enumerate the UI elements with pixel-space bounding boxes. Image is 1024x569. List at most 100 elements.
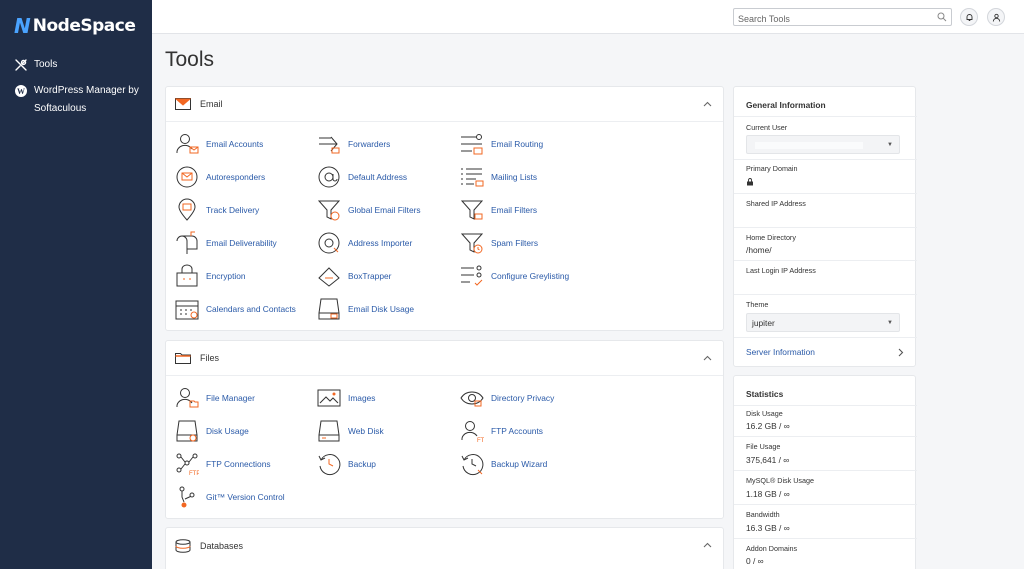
chevron-down-icon: ▼ bbox=[887, 142, 893, 148]
brand-mark: N bbox=[14, 14, 31, 38]
general-info-title: General Information bbox=[746, 100, 826, 110]
wordpress-icon: W bbox=[15, 85, 27, 97]
theme-label: Theme bbox=[746, 300, 769, 309]
tool-configure-greylisting[interactable]: Configure Greylisting bbox=[460, 264, 569, 288]
tool-web-disk[interactable]: Web Disk bbox=[317, 419, 384, 443]
tool-ftp-connections[interactable]: FTP FTP Connections bbox=[175, 452, 271, 476]
server-information-link[interactable]: Server Information bbox=[746, 347, 906, 357]
tool-disk-usage[interactable]: Disk Usage bbox=[175, 419, 249, 443]
tool-default-address[interactable]: Default Address bbox=[317, 165, 407, 189]
sidebar-item-wordpress[interactable]: W WordPress Manager by Softaculous bbox=[14, 82, 154, 118]
bell-icon bbox=[966, 13, 972, 21]
stat-value: 1.18 GB / ∞ bbox=[746, 489, 790, 499]
tool-spam-filters[interactable]: Spam Filters bbox=[460, 231, 538, 255]
git-branch-icon bbox=[179, 486, 195, 508]
email-panel-title: Email bbox=[200, 99, 223, 109]
tool-label: Email Accounts bbox=[206, 139, 264, 149]
tool-git-version-control[interactable]: Git™ Version Control bbox=[175, 485, 285, 509]
brand-logo[interactable]: N NodeSpace bbox=[14, 14, 136, 38]
tool-label: Images bbox=[348, 393, 376, 403]
divider bbox=[734, 405, 917, 406]
stat-value: 16.2 GB / ∞ bbox=[746, 421, 790, 431]
tool-directory-privacy[interactable]: Directory Privacy bbox=[460, 386, 554, 410]
backup-icon bbox=[318, 454, 341, 475]
brand-name: NodeSpace bbox=[32, 16, 136, 36]
divider bbox=[734, 294, 917, 295]
tool-label: Encryption bbox=[206, 271, 246, 281]
greylisting-icon bbox=[461, 265, 483, 286]
tool-track-delivery[interactable]: Track Delivery bbox=[175, 198, 259, 222]
tool-ftp-accounts[interactable]: FTP FTP Accounts bbox=[460, 419, 543, 443]
tool-label: Global Email Filters bbox=[348, 205, 421, 215]
chevron-up-icon[interactable] bbox=[703, 354, 712, 363]
theme-select[interactable]: jupiter ▼ bbox=[746, 313, 900, 332]
tool-global-email-filters[interactable]: Global Email Filters bbox=[317, 198, 421, 222]
search-box bbox=[733, 8, 952, 27]
lock-icon bbox=[747, 178, 753, 186]
tool-encryption[interactable]: Encryption bbox=[175, 264, 246, 288]
tool-calendars-and-contacts[interactable]: Calendars and Contacts bbox=[175, 297, 296, 321]
divider bbox=[734, 159, 917, 160]
tool-email-accounts[interactable]: Email Accounts bbox=[175, 132, 263, 156]
image-icon bbox=[317, 389, 341, 407]
tool-email-deliverability[interactable]: Email Deliverability bbox=[175, 231, 277, 255]
redacted-user bbox=[755, 142, 863, 149]
divider bbox=[734, 504, 917, 505]
home-directory-value: /home/ bbox=[746, 245, 772, 255]
databases-panel-title: Databases bbox=[200, 540, 244, 551]
folder-icon bbox=[175, 353, 191, 364]
tool-backup-wizard[interactable]: Backup Wizard bbox=[460, 452, 547, 476]
ftp-connections-icon: FTP bbox=[176, 453, 199, 476]
theme-value: jupiter bbox=[752, 317, 775, 328]
address-importer-icon bbox=[318, 232, 340, 254]
chevron-up-icon[interactable] bbox=[703, 541, 712, 550]
eye-icon bbox=[460, 391, 484, 407]
boxtrapper-icon bbox=[318, 267, 340, 287]
chevron-down-icon: ▼ bbox=[887, 320, 893, 326]
tool-label: Forwarders bbox=[348, 139, 391, 149]
notifications-button[interactable] bbox=[960, 8, 978, 26]
tool-autoresponders[interactable]: Autoresponders bbox=[175, 165, 265, 189]
forwarders-icon bbox=[319, 136, 340, 154]
envelope-icon bbox=[175, 98, 191, 110]
tool-address-importer[interactable]: Address Importer bbox=[317, 231, 412, 255]
disk-icon bbox=[318, 298, 340, 320]
home-directory-label: Home Directory bbox=[746, 233, 796, 242]
map-pin-icon bbox=[178, 198, 196, 221]
top-bar bbox=[152, 0, 1024, 34]
sidebar-item-tools[interactable]: Tools bbox=[14, 56, 154, 74]
tool-boxtrapper[interactable]: BoxTrapper bbox=[317, 264, 391, 288]
tool-label: Calendars and Contacts bbox=[206, 304, 296, 314]
tool-images[interactable]: Images bbox=[317, 386, 375, 410]
current-user-select[interactable]: ▼ bbox=[746, 135, 900, 154]
spam-filter-icon bbox=[460, 233, 484, 254]
databases-panel-header[interactable]: Databases bbox=[166, 528, 723, 563]
files-panel-header[interactable]: Files bbox=[166, 341, 723, 376]
sidebar-item-label: Tools bbox=[34, 59, 58, 70]
tool-backup[interactable]: Backup bbox=[317, 452, 376, 476]
server-information-label: Server Information bbox=[746, 347, 815, 357]
svg-text:FTP: FTP bbox=[477, 438, 484, 443]
tool-file-manager[interactable]: File Manager bbox=[175, 386, 255, 410]
autoresponders-icon bbox=[176, 166, 198, 188]
divider bbox=[734, 470, 917, 471]
filter-globe-icon bbox=[317, 200, 341, 221]
tool-email-routing[interactable]: Email Routing bbox=[460, 132, 543, 156]
general-info-panel: General Information Current User ▼ Prima… bbox=[733, 86, 917, 367]
tool-forwarders[interactable]: Forwarders bbox=[317, 132, 390, 156]
mailing-lists-icon bbox=[461, 168, 484, 187]
search-input[interactable] bbox=[734, 11, 930, 27]
shared-ip-label: Shared IP Address bbox=[746, 199, 806, 208]
divider bbox=[734, 227, 917, 228]
email-panel-header[interactable]: Email bbox=[166, 87, 723, 122]
chevron-up-icon[interactable] bbox=[703, 100, 712, 109]
tool-mailing-lists[interactable]: Mailing Lists bbox=[460, 165, 537, 189]
database-icon bbox=[175, 538, 191, 553]
search-icon[interactable] bbox=[937, 12, 947, 22]
tool-label: FTP Accounts bbox=[491, 426, 543, 436]
current-user-label: Current User bbox=[746, 123, 788, 132]
tool-label: Backup bbox=[348, 459, 376, 469]
tool-email-filters[interactable]: Email Filters bbox=[460, 198, 537, 222]
tool-email-disk-usage[interactable]: Email Disk Usage bbox=[317, 297, 414, 321]
user-menu-button[interactable] bbox=[987, 8, 1005, 26]
